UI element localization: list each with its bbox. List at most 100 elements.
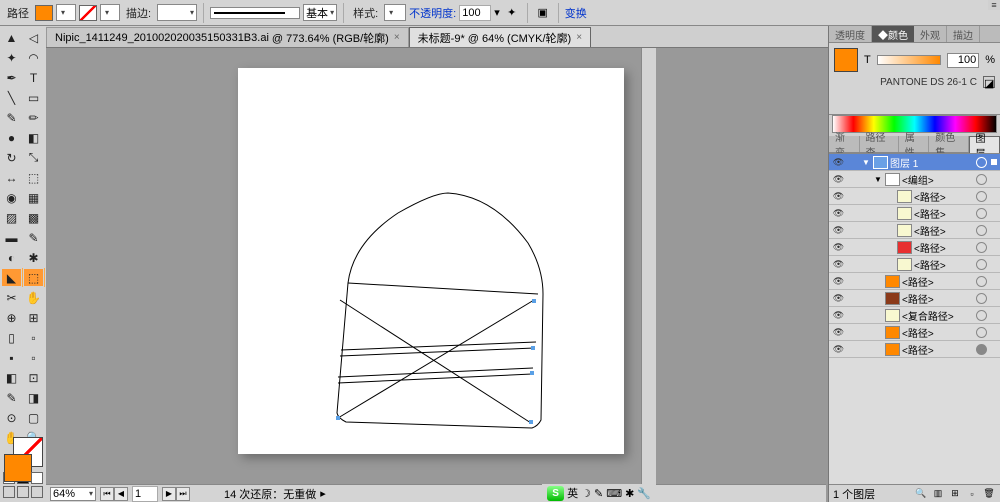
new-layer-icon[interactable]: ▫ (965, 487, 979, 501)
stroke-weight-dropdown[interactable]: ▾ (157, 4, 197, 21)
draw-behind-icon[interactable] (17, 486, 29, 498)
first-artboard-icon[interactable]: ⏮ (100, 487, 114, 501)
layer-row[interactable]: 👁 <路径> (829, 222, 1000, 239)
disclosure-triangle-icon[interactable]: ▼ (874, 175, 883, 184)
hand-tool[interactable]: ✋ (23, 288, 44, 307)
next-artboard-icon[interactable]: ▶ (162, 487, 176, 501)
close-icon[interactable]: ≡ (988, 0, 1000, 10)
direct-selection-tool[interactable]: ◁ (23, 28, 44, 47)
vertical-scrollbar[interactable] (641, 48, 656, 484)
eyedropper-tool[interactable]: ✎ (23, 228, 44, 247)
none-mode-icon[interactable] (31, 472, 43, 484)
lock-slot[interactable] (847, 190, 858, 203)
layer-name[interactable]: 图层 1 (890, 155, 974, 170)
artboard-tool[interactable]: ⬚ (23, 268, 44, 287)
lock-slot[interactable] (847, 173, 858, 186)
live-paint-tool[interactable]: ▦ (23, 188, 44, 207)
layer-name[interactable]: <路径> (914, 240, 974, 255)
create-sublayer-icon[interactable]: ⊞ (948, 487, 962, 501)
recolor-artwork-icon[interactable]: ✦ (503, 4, 521, 22)
target-icon[interactable] (976, 174, 987, 185)
layer-row[interactable]: 👁 <路径> (829, 341, 1000, 358)
layer-name[interactable]: <路径> (914, 223, 974, 238)
layer-name[interactable]: <路径> (914, 206, 974, 221)
lock-slot[interactable] (847, 309, 858, 322)
layer-name[interactable]: <路径> (914, 189, 974, 204)
artwork-outline[interactable] (238, 68, 624, 454)
target-icon[interactable] (976, 327, 987, 338)
layer-row[interactable]: 👁<路径> (829, 205, 1000, 222)
tab-stroke[interactable]: 描边 (947, 26, 980, 42)
panel-fill-swatch[interactable] (834, 48, 858, 72)
tool-misc-c[interactable]: ▫ (23, 348, 44, 367)
tab-color-set[interactable]: 颜色集 (929, 136, 968, 152)
layer-name[interactable]: <复合路径> (902, 308, 974, 323)
layer-row[interactable]: 👁 <路径> (829, 273, 1000, 290)
lasso-tool[interactable]: ◠ (23, 48, 44, 67)
ime-gear-icon[interactable]: 🔧 (637, 487, 651, 500)
layer-row[interactable]: 👁<复合路径> (829, 307, 1000, 324)
free-transform-tool[interactable]: ⬚ (23, 168, 44, 187)
target-icon[interactable] (976, 157, 987, 168)
layer-name[interactable]: <路径> (902, 274, 974, 289)
layer-row[interactable]: 👁<路径> (829, 324, 1000, 341)
pen-tool[interactable]: ✒ (1, 68, 22, 87)
tool-misc-h[interactable]: ⊙ (1, 408, 22, 427)
magic-wand-tool[interactable]: ✦ (1, 48, 22, 67)
visibility-icon[interactable]: 👁 (832, 275, 845, 288)
draw-normal-icon[interactable] (3, 486, 15, 498)
ime-moon-icon[interactable]: ☽ (581, 487, 591, 500)
layer-row[interactable]: 👁<路径> (829, 239, 1000, 256)
canvas[interactable] (46, 48, 828, 484)
visibility-icon[interactable]: 👁 (832, 224, 845, 237)
layer-name[interactable]: <路径> (902, 342, 974, 357)
selection-tool[interactable]: ▲ (1, 28, 22, 47)
make-clipping-mask-icon[interactable]: ▥ (931, 487, 945, 501)
column-graph-tool[interactable]: ◣ (1, 268, 22, 287)
layer-row[interactable]: 👁<路径> (829, 188, 1000, 205)
opacity-input[interactable] (459, 5, 491, 21)
target-icon[interactable] (976, 293, 987, 304)
shape-builder-tool[interactable]: ◉ (1, 188, 22, 207)
target-icon[interactable] (976, 191, 987, 202)
layer-name[interactable]: <编组> (902, 172, 974, 187)
target-icon[interactable] (976, 242, 987, 253)
artboard-number-input[interactable] (132, 486, 158, 502)
layer-row[interactable]: 👁<路径> (829, 256, 1000, 273)
ime-keyboard-icon[interactable]: ⌨ (606, 487, 622, 500)
lock-slot[interactable] (847, 275, 858, 288)
line-tool[interactable]: ╲ (1, 88, 22, 107)
tool-misc-d[interactable]: ◧ (1, 368, 22, 387)
layer-name[interactable]: <路径> (914, 257, 974, 272)
lock-slot[interactable] (847, 292, 858, 305)
tool-misc-a[interactable]: ▫ (23, 328, 44, 347)
symbol-sprayer-tool[interactable]: ✱ (23, 248, 44, 267)
slice-tool[interactable]: ✂ (1, 288, 22, 307)
style-dropdown[interactable]: ▾ (384, 4, 406, 21)
ime-logo-icon[interactable]: S (547, 486, 564, 501)
ime-tool-icon[interactable]: ✎ (594, 487, 603, 500)
tool-misc-g[interactable]: ◨ (23, 388, 44, 407)
width-tool[interactable]: ↔ (1, 168, 22, 187)
lock-slot[interactable] (847, 258, 858, 271)
target-icon[interactable] (976, 225, 987, 236)
lock-slot[interactable] (847, 241, 858, 254)
visibility-icon[interactable]: 👁 (832, 343, 845, 356)
target-icon[interactable] (976, 276, 987, 287)
tool-misc-f[interactable]: ✎ (1, 388, 22, 407)
locate-object-icon[interactable]: 🔍 (914, 487, 928, 501)
fill-swatch[interactable] (35, 5, 53, 21)
fill-dropdown[interactable]: ▾ (56, 4, 76, 21)
draw-inside-icon[interactable] (31, 486, 43, 498)
gradient-tool[interactable]: ▬ (1, 228, 22, 247)
tool-misc-e[interactable]: ⊡ (23, 368, 44, 387)
paintbrush-tool[interactable]: ✎ (1, 108, 22, 127)
visibility-icon[interactable]: 👁 (832, 156, 845, 169)
fill-stroke-indicator[interactable] (2, 452, 44, 468)
layer-name[interactable]: <路径> (902, 325, 974, 340)
scale-tool[interactable]: ⤡ (23, 148, 44, 167)
doc-tab-1[interactable]: Nipic_1411249_201002020035150331B3.ai @ … (46, 27, 409, 47)
type-tool[interactable]: T (23, 68, 44, 87)
ime-lang[interactable]: 英 (567, 485, 578, 501)
rotate-tool[interactable]: ↻ (1, 148, 22, 167)
